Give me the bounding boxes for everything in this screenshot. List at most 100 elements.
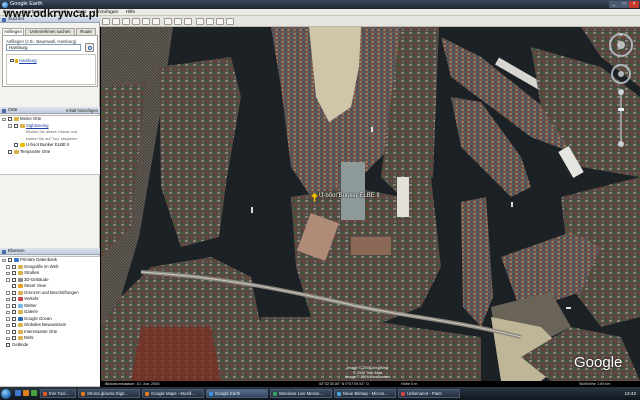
menu-hilfe[interactable]: Hilfe xyxy=(123,9,139,16)
expand-icon[interactable] xyxy=(6,330,10,334)
result-marker-icon xyxy=(14,58,18,63)
google-earth-task-icon xyxy=(209,392,213,396)
weather-icon xyxy=(18,303,23,308)
gallery-icon xyxy=(18,310,23,315)
add-content-button[interactable]: Inhalt hinzufügen xyxy=(66,107,98,114)
placemark-pin-icon[interactable] xyxy=(311,193,318,202)
expand-icon[interactable] xyxy=(6,271,10,275)
task-item[interactable]: Strona główna Digit... xyxy=(78,389,140,398)
quicklaunch-icon[interactable] xyxy=(31,390,37,396)
task-item[interactable]: Unbenannt - Paint xyxy=(398,389,460,398)
task-item[interactable]: Ihre Tool... xyxy=(40,389,76,398)
traffic-icon xyxy=(18,297,23,302)
image-overlay-button[interactable] xyxy=(142,18,150,25)
expand-icon[interactable] xyxy=(6,291,10,295)
places-checkbox[interactable] xyxy=(8,149,12,154)
layers-panel-header[interactable]: Ebenen xyxy=(0,248,100,255)
expand-icon[interactable] xyxy=(6,310,10,314)
map-view[interactable] xyxy=(101,27,640,381)
start-button[interactable] xyxy=(1,388,11,399)
expand-icon[interactable] xyxy=(8,124,12,128)
task-icon xyxy=(273,392,277,396)
add-polygon-button[interactable] xyxy=(122,18,130,25)
poi-icon xyxy=(18,329,23,334)
folder-icon xyxy=(14,149,19,154)
historical-imagery-button[interactable] xyxy=(164,18,172,25)
tab-anfliegen[interactable]: Anfliegen xyxy=(2,28,24,35)
search-input[interactable]: Hamburg xyxy=(6,44,81,51)
toolbar xyxy=(100,16,640,27)
layer-checkbox[interactable] xyxy=(6,342,10,347)
layers-tree: Primäre Datenbank Geografie im Web Straß… xyxy=(0,256,100,387)
zoom-handle xyxy=(618,108,624,111)
result-checkbox[interactable] xyxy=(10,58,14,62)
add-placemark-button[interactable] xyxy=(112,18,120,25)
google-earth-window: Google Earth _ □ × www.odkrywca.pl Datei… xyxy=(0,0,640,400)
layer-checkbox[interactable] xyxy=(12,290,16,295)
expand-icon[interactable] xyxy=(6,336,10,340)
task-item[interactable]: Windows Live Messe... xyxy=(270,389,332,398)
expand-icon[interactable] xyxy=(6,323,10,327)
expand-icon[interactable] xyxy=(6,317,10,321)
expand-icon[interactable] xyxy=(6,278,10,282)
layer-checkbox[interactable] xyxy=(8,258,12,263)
places-item-temporaere-orte[interactable]: Temporäre Orte xyxy=(0,149,100,156)
close-button[interactable]: × xyxy=(629,1,639,8)
task-item-active[interactable]: Google Earth xyxy=(206,389,268,398)
firefox-icon[interactable] xyxy=(23,390,29,396)
borders-icon xyxy=(18,290,23,295)
add-path-button[interactable] xyxy=(132,18,140,25)
layer-checkbox[interactable] xyxy=(12,336,16,341)
layer-checkbox[interactable] xyxy=(12,271,16,276)
email-button[interactable] xyxy=(206,18,214,25)
places-checkbox[interactable] xyxy=(8,117,12,122)
minimize-button[interactable]: _ xyxy=(609,1,619,8)
expand-icon[interactable] xyxy=(6,304,10,308)
sky-button[interactable] xyxy=(184,18,192,25)
layer-checkbox[interactable] xyxy=(12,310,16,315)
layer-checkbox[interactable] xyxy=(12,277,16,282)
zoom-in-icon xyxy=(618,89,624,95)
layer-item[interactable]: Gelände xyxy=(0,342,100,349)
search-tabs: Anfliegen Unternehmen suchen Route xyxy=(2,28,98,35)
layer-checkbox[interactable] xyxy=(12,303,16,308)
sidebar-toggle-button[interactable] xyxy=(102,18,110,25)
print-button[interactable] xyxy=(216,18,224,25)
collapse-icon[interactable] xyxy=(2,117,6,121)
tab-unternehmen-suchen[interactable]: Unternehmen suchen xyxy=(25,28,75,35)
places-checkbox[interactable] xyxy=(14,123,18,128)
view-in-maps-button[interactable] xyxy=(226,18,234,25)
placemark-label[interactable]: U-boot Bunker ELBE II xyxy=(319,193,380,199)
maximize-button[interactable]: □ xyxy=(619,1,629,8)
task-item[interactable]: Neue Bitmap - Micros... xyxy=(334,389,396,398)
record-tour-button[interactable] xyxy=(152,18,160,25)
roads-icon xyxy=(18,271,23,276)
layer-checkbox[interactable] xyxy=(12,284,16,289)
ruler-button[interactable] xyxy=(196,18,204,25)
layer-checkbox[interactable] xyxy=(12,323,16,328)
search-result-item[interactable]: Hamburg xyxy=(10,58,37,63)
layer-checkbox[interactable] xyxy=(12,264,16,269)
system-tray-clock[interactable]: 13:42 xyxy=(600,389,638,398)
collapse-icon[interactable] xyxy=(2,258,6,262)
task-icon xyxy=(81,392,85,396)
task-icon xyxy=(401,392,405,396)
places-panel-header[interactable]: Orte Inhalt hinzufügen xyxy=(0,107,100,114)
task-icon xyxy=(145,392,149,396)
layer-checkbox[interactable] xyxy=(12,316,16,321)
expand-icon[interactable] xyxy=(6,265,10,269)
watermark: www.odkrywca.pl xyxy=(4,8,99,20)
places-panel-icon xyxy=(2,108,6,113)
places-checkbox[interactable] xyxy=(14,143,18,148)
expand-icon[interactable] xyxy=(6,297,10,301)
layer-checkbox[interactable] xyxy=(12,329,16,334)
tab-route[interactable]: Route xyxy=(76,28,96,35)
folder-icon xyxy=(18,264,23,269)
window-title: Google Earth xyxy=(10,1,43,7)
layer-checkbox[interactable] xyxy=(12,297,16,302)
navigation-controls[interactable]: N xyxy=(606,32,636,152)
search-button[interactable] xyxy=(85,43,94,52)
show-desktop-icon[interactable] xyxy=(15,390,21,396)
task-item[interactable]: Google Maps - Mozill... xyxy=(142,389,204,398)
sunlight-button[interactable] xyxy=(174,18,182,25)
